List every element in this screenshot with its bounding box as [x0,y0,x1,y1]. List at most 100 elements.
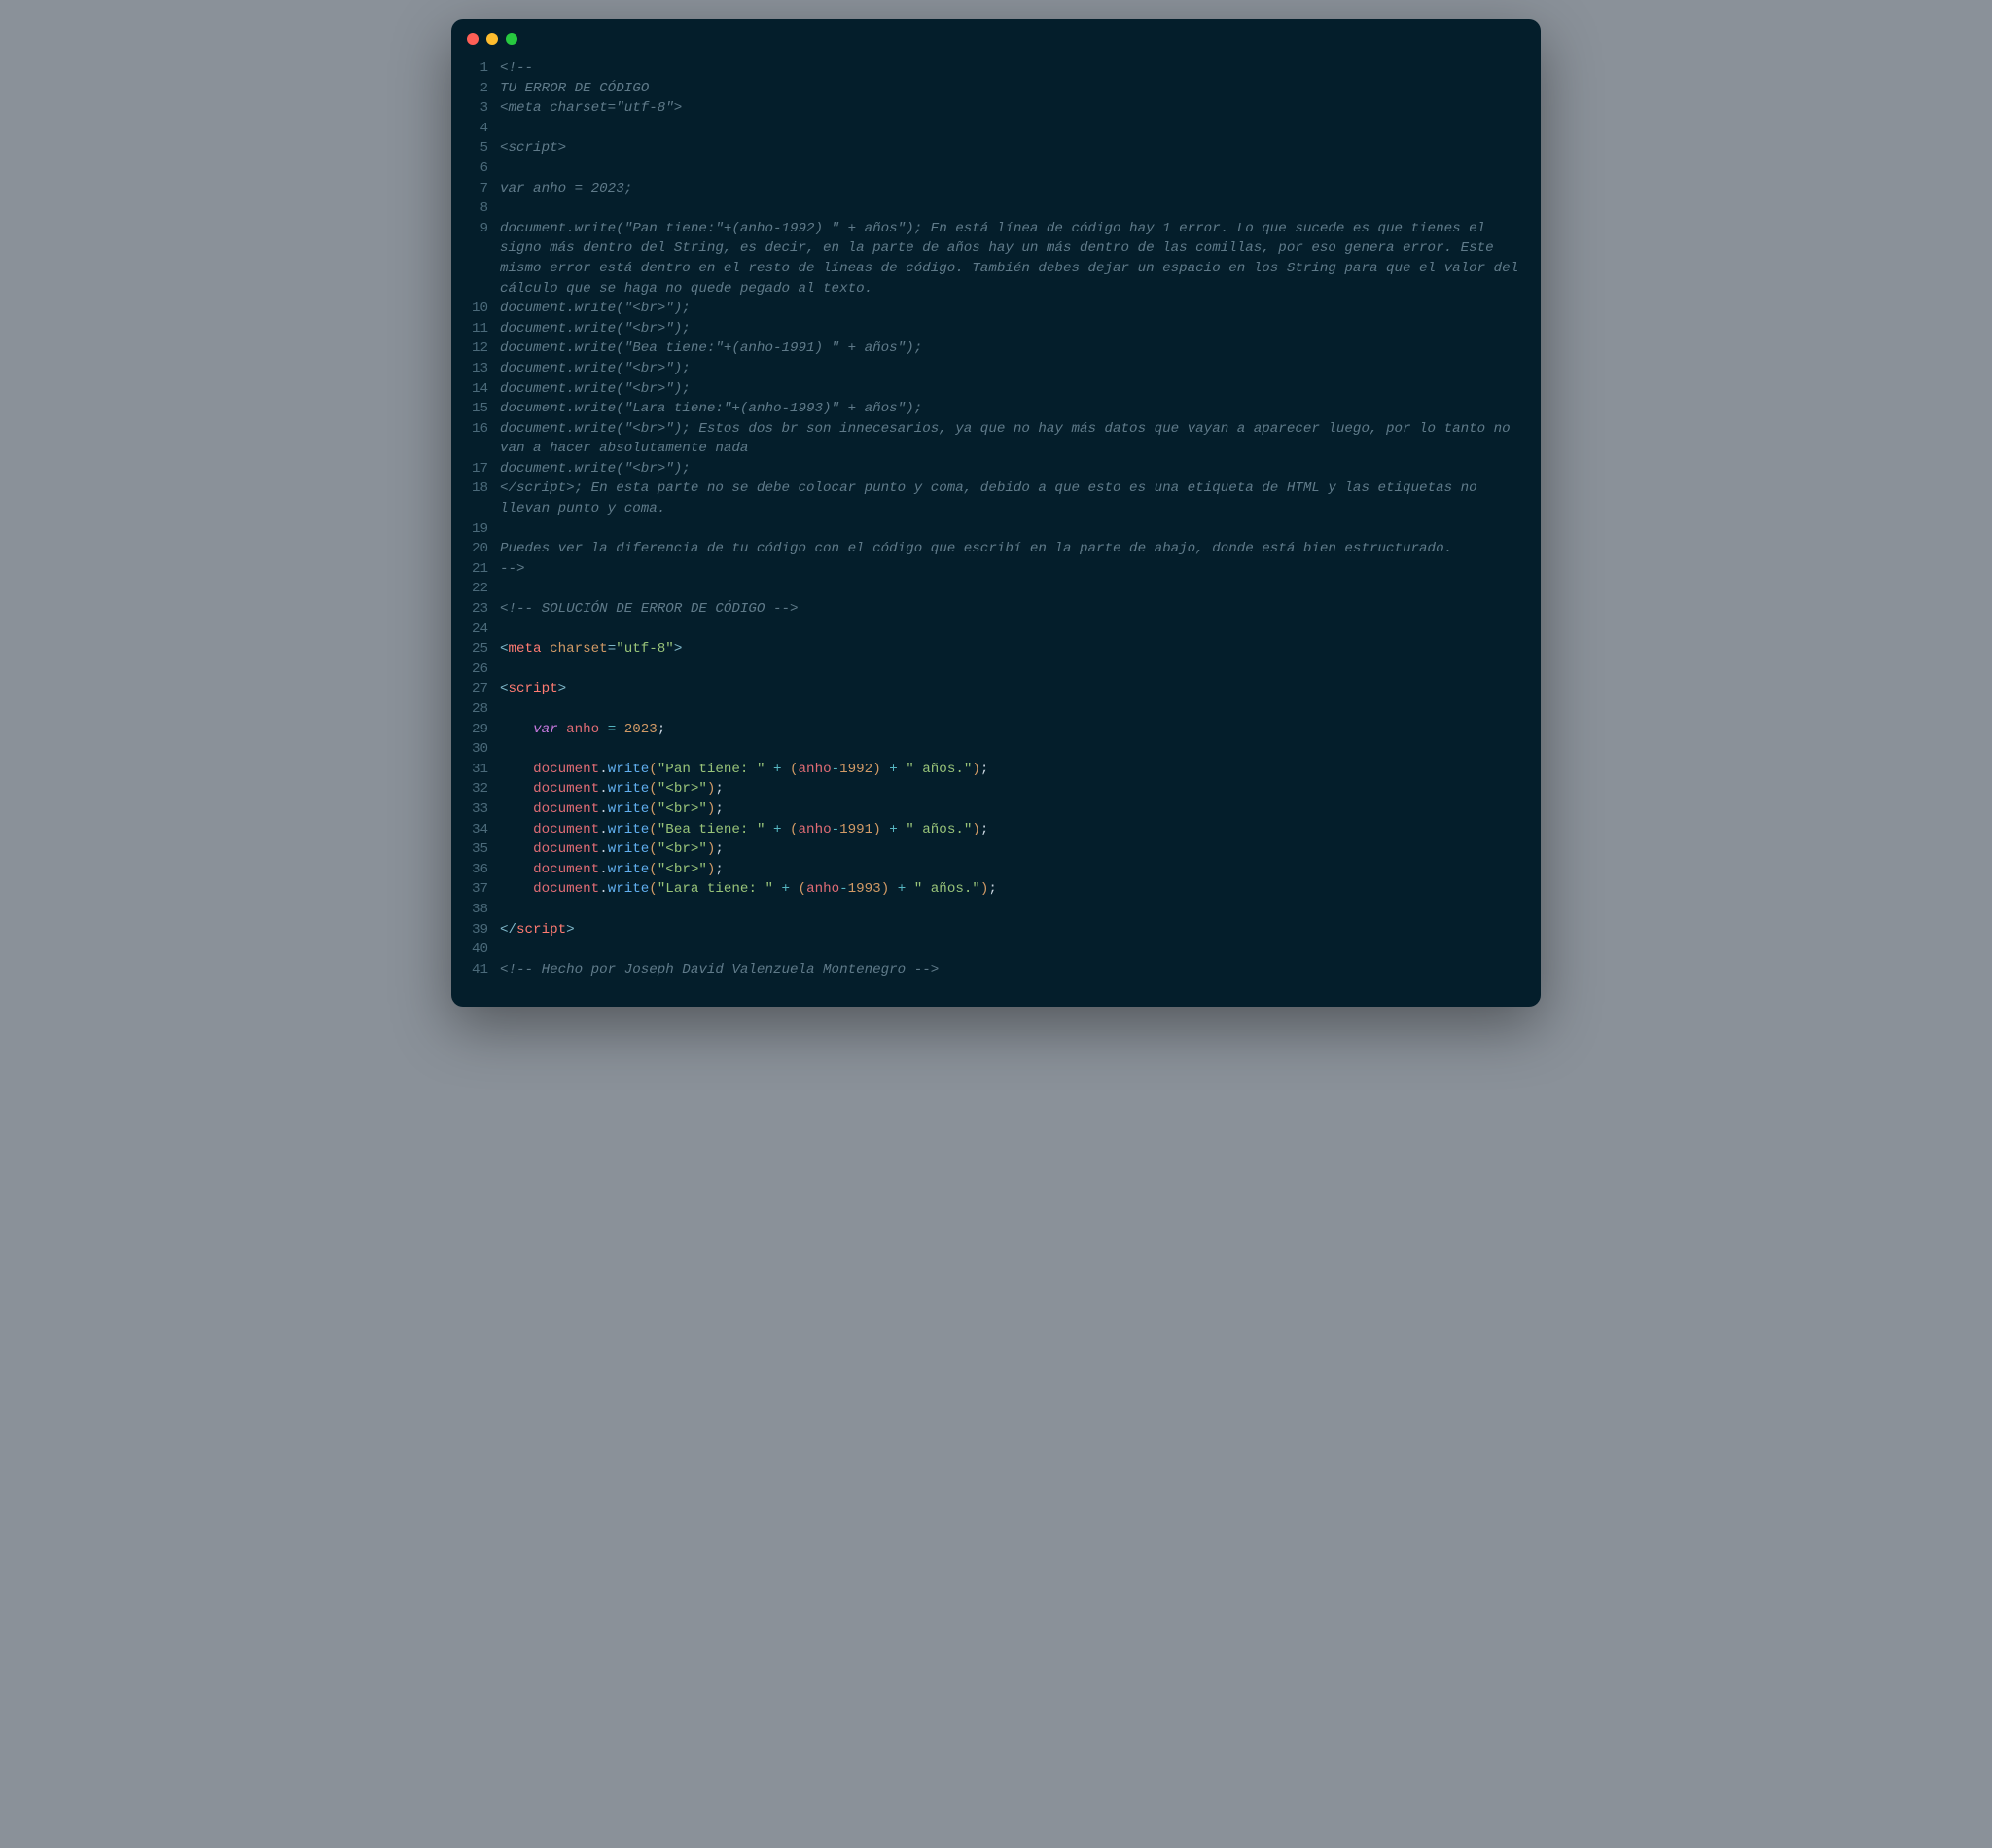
code-content[interactable] [500,579,1523,599]
token: ; [715,841,724,857]
code-content[interactable] [500,119,1523,139]
code-content[interactable] [500,659,1523,680]
token: write [608,762,650,777]
code-line[interactable]: 13document.write("<br>"); [457,359,1523,379]
code-content[interactable]: document.write("<br>"); [500,319,1523,339]
code-content[interactable] [500,620,1523,640]
code-content[interactable]: TU ERROR DE CÓDIGO [500,79,1523,99]
code-line[interactable]: 27<script> [457,679,1523,699]
code-content[interactable]: document.write("<br>"); [500,779,1523,800]
code-line[interactable]: 35 document.write("<br>"); [457,839,1523,860]
code-line[interactable]: 18</script>; En esta parte no se debe co… [457,479,1523,518]
code-content[interactable]: document.write("<br>"); [500,299,1523,319]
code-content[interactable]: document.write("Lara tiene: " + (anho-19… [500,879,1523,900]
token: ) [972,822,980,837]
code-line[interactable]: 11document.write("<br>"); [457,319,1523,339]
code-content[interactable]: document.write("Pan tiene: " + (anho-199… [500,760,1523,780]
code-content[interactable] [500,739,1523,760]
code-content[interactable]: <meta charset="utf-8"> [500,639,1523,659]
code-line[interactable]: 4 [457,119,1523,139]
code-content[interactable]: document.write("Lara tiene:"+(anho-1993)… [500,399,1523,419]
code-line[interactable]: 39</script> [457,920,1523,941]
code-line[interactable]: 14document.write("<br>"); [457,379,1523,400]
code-content[interactable] [500,900,1523,920]
code-content[interactable] [500,699,1523,720]
code-line[interactable]: 20Puedes ver la diferencia de tu código … [457,539,1523,559]
code-content[interactable]: document.write("<br>"); Estos dos br son… [500,419,1523,459]
code-line[interactable]: 31 document.write("Pan tiene: " + (anho-… [457,760,1523,780]
token: ) [972,762,980,777]
code-editor[interactable]: 1<!--2TU ERROR DE CÓDIGO3<meta charset="… [451,54,1541,987]
code-line[interactable]: 30 [457,739,1523,760]
code-line[interactable]: 37 document.write("Lara tiene: " + (anho… [457,879,1523,900]
token: = [608,722,617,737]
code-content[interactable]: <meta charset="utf-8"> [500,98,1523,119]
code-line[interactable]: 32 document.write("<br>"); [457,779,1523,800]
code-line[interactable]: 41<!-- Hecho por Joseph David Valenzuela… [457,960,1523,980]
code-content[interactable]: </script> [500,920,1523,941]
code-content[interactable]: document.write("<br>"); [500,459,1523,480]
code-content[interactable]: var anho = 2023; [500,179,1523,199]
code-content[interactable]: <script> [500,679,1523,699]
code-line[interactable]: 6 [457,159,1523,179]
code-line[interactable]: 1<!-- [457,58,1523,79]
token: . [599,762,608,777]
token [500,862,533,877]
code-content[interactable]: <!-- SOLUCIÓN DE ERROR DE CÓDIGO --> [500,599,1523,620]
code-content[interactable]: <!-- [500,58,1523,79]
code-line[interactable]: 23<!-- SOLUCIÓN DE ERROR DE CÓDIGO --> [457,599,1523,620]
code-line[interactable]: 12document.write("Bea tiene:"+(anho-1991… [457,338,1523,359]
code-line[interactable]: 29 var anho = 2023; [457,720,1523,740]
code-line[interactable]: 8 [457,198,1523,219]
code-content[interactable] [500,198,1523,219]
code-line[interactable]: 7var anho = 2023; [457,179,1523,199]
code-content[interactable]: <script> [500,138,1523,159]
code-content[interactable] [500,519,1523,540]
token: "<br>" [658,841,707,857]
token: ( [649,762,658,777]
minimize-icon[interactable] [486,33,498,45]
code-line[interactable]: 24 [457,620,1523,640]
code-line[interactable]: 2TU ERROR DE CÓDIGO [457,79,1523,99]
code-content[interactable]: Puedes ver la diferencia de tu código co… [500,539,1523,559]
line-number: 33 [457,800,500,820]
code-line[interactable]: 10document.write("<br>"); [457,299,1523,319]
code-line[interactable]: 9document.write("Pan tiene:"+(anho-1992)… [457,219,1523,299]
code-line[interactable]: 21--> [457,559,1523,580]
code-content[interactable]: --> [500,559,1523,580]
maximize-icon[interactable] [506,33,517,45]
code-content[interactable]: document.write("<br>"); [500,860,1523,880]
code-line[interactable]: 5<script> [457,138,1523,159]
code-line[interactable]: 17document.write("<br>"); [457,459,1523,480]
code-line[interactable]: 26 [457,659,1523,680]
code-content[interactable] [500,940,1523,960]
code-content[interactable]: document.write("<br>"); [500,379,1523,400]
code-content[interactable]: </script>; En esta parte no se debe colo… [500,479,1523,518]
token: script [516,922,566,938]
token: > [674,641,683,657]
code-content[interactable]: document.write("Bea tiene:"+(anho-1991) … [500,338,1523,359]
token: + [898,881,907,897]
code-content[interactable] [500,159,1523,179]
code-line[interactable]: 3<meta charset="utf-8"> [457,98,1523,119]
code-line[interactable]: 16document.write("<br>"); Estos dos br s… [457,419,1523,459]
code-line[interactable]: 34 document.write("Bea tiene: " + (anho-… [457,820,1523,840]
code-content[interactable]: document.write("<br>"); [500,359,1523,379]
code-content[interactable]: <!-- Hecho por Joseph David Valenzuela M… [500,960,1523,980]
code-line[interactable]: 33 document.write("<br>"); [457,800,1523,820]
code-content[interactable]: document.write("Pan tiene:"+(anho-1992) … [500,219,1523,299]
code-line[interactable]: 40 [457,940,1523,960]
code-content[interactable]: document.write("Bea tiene: " + (anho-199… [500,820,1523,840]
code-line[interactable]: 25<meta charset="utf-8"> [457,639,1523,659]
token: ) [872,762,881,777]
code-content[interactable]: var anho = 2023; [500,720,1523,740]
code-content[interactable]: document.write("<br>"); [500,800,1523,820]
code-line[interactable]: 38 [457,900,1523,920]
code-line[interactable]: 22 [457,579,1523,599]
code-line[interactable]: 36 document.write("<br>"); [457,860,1523,880]
code-content[interactable]: document.write("<br>"); [500,839,1523,860]
code-line[interactable]: 15document.write("Lara tiene:"+(anho-199… [457,399,1523,419]
code-line[interactable]: 19 [457,519,1523,540]
close-icon[interactable] [467,33,479,45]
code-line[interactable]: 28 [457,699,1523,720]
